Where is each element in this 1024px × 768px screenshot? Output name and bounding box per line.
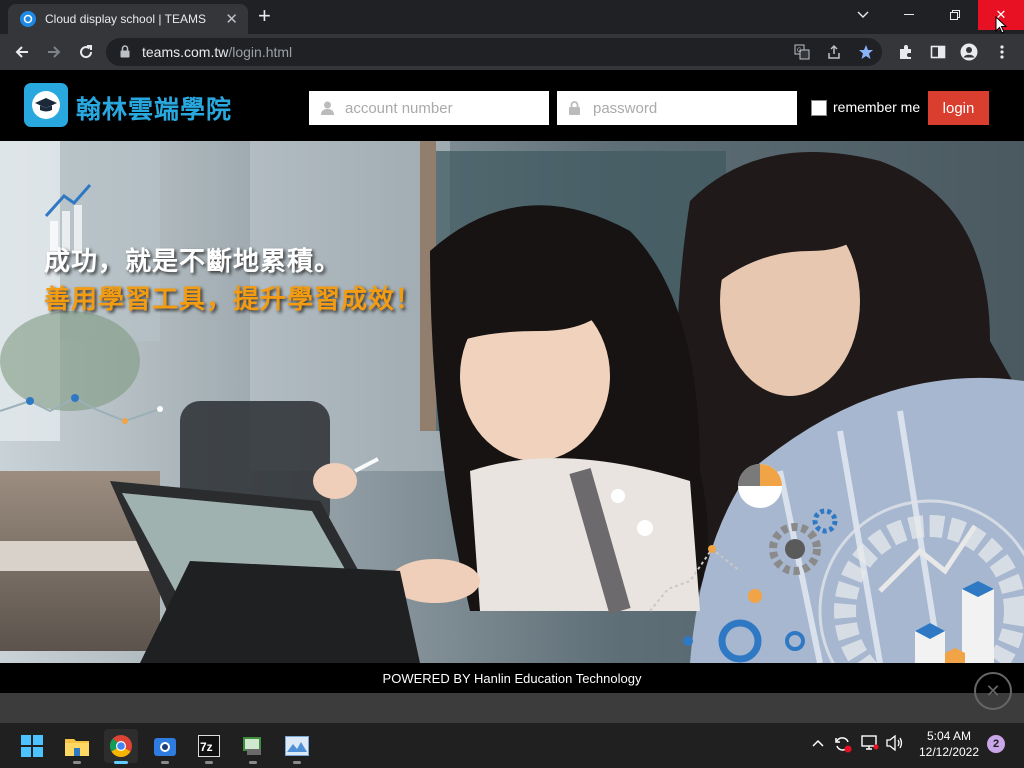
file-explorer-icon[interactable] xyxy=(60,729,94,764)
browser-tabstrip: Cloud display school | TEAMS ✕ + ✕ xyxy=(0,0,1024,34)
profile-avatar-icon[interactable] xyxy=(959,42,979,62)
tab-title: Cloud display school | TEAMS xyxy=(45,12,206,26)
tab-close-icon[interactable]: ✕ xyxy=(225,10,238,28)
mouse-cursor-icon xyxy=(995,16,1007,34)
url-text: teams.com.tw/login.html xyxy=(142,44,292,60)
page-bottom-strip xyxy=(0,693,1024,723)
password-field[interactable] xyxy=(557,91,797,125)
extensions-puzzle-icon[interactable] xyxy=(896,42,916,62)
hero-tagline-secondary: 善用學習工具，提升學習成效！ xyxy=(44,284,423,314)
graduation-cap-logo-icon[interactable] xyxy=(24,83,68,127)
tray-overflow-chevron-icon[interactable] xyxy=(812,735,824,750)
footer-credit: POWERED BY Hanlin Education Technology xyxy=(382,670,642,686)
forward-arrow-icon[interactable] xyxy=(42,40,66,64)
tab-search-icon[interactable] xyxy=(840,0,886,30)
user-icon xyxy=(321,101,335,115)
lock-icon[interactable] xyxy=(120,45,130,63)
browser-menu-icon[interactable] xyxy=(992,42,1012,62)
new-tab-icon[interactable]: + xyxy=(258,5,271,27)
chrome-icon[interactable] xyxy=(104,729,138,764)
minimize-icon[interactable] xyxy=(886,0,932,30)
svg-text:7z: 7z xyxy=(200,740,213,754)
back-arrow-icon[interactable] xyxy=(10,40,34,64)
windows-taskbar: 7z 5:04 AM 12/12/2022 2 xyxy=(0,723,1024,768)
image-viewer-icon[interactable] xyxy=(236,729,270,764)
hero-photo-illustration xyxy=(0,141,1024,663)
password-input[interactable] xyxy=(591,98,795,118)
address-bar[interactable]: teams.com.tw/login.html G xyxy=(106,38,882,66)
scroll-to-top-icon[interactable]: ✕ xyxy=(974,672,1012,710)
browser-tab[interactable]: Cloud display school | TEAMS ✕ xyxy=(8,4,248,34)
windows-start-icon[interactable] xyxy=(15,729,49,763)
site-logo-text[interactable]: 翰林雲端學院 xyxy=(76,90,232,126)
web-page: 翰林雲端學院 remember me login xyxy=(0,70,1024,723)
photo-app-icon[interactable] xyxy=(280,729,314,764)
lock-icon xyxy=(569,101,583,115)
reload-icon[interactable] xyxy=(74,40,98,64)
account-input[interactable] xyxy=(343,98,547,118)
account-field[interactable] xyxy=(309,91,549,125)
site-favicon-icon xyxy=(20,11,36,27)
side-panel-icon[interactable] xyxy=(928,42,948,62)
camera-app-icon[interactable] xyxy=(148,729,182,764)
network-icon[interactable] xyxy=(861,735,879,754)
remember-me-checkbox[interactable] xyxy=(811,100,827,116)
bookmark-star-icon[interactable] xyxy=(856,42,876,62)
url-path: /login.html xyxy=(228,44,293,60)
hero-banner: 成功，就是不斷地累積。 善用學習工具，提升學習成效！ xyxy=(0,141,1024,663)
site-header: 翰林雲端學院 remember me login xyxy=(0,70,1024,141)
restore-icon[interactable] xyxy=(932,0,978,30)
7zip-icon[interactable]: 7z xyxy=(192,729,226,764)
url-host: teams.com.tw xyxy=(142,44,229,60)
remember-me-label[interactable]: remember me xyxy=(833,99,920,115)
browser-toolbar: teams.com.tw/login.html G xyxy=(0,34,1024,70)
volume-icon[interactable] xyxy=(886,734,904,754)
login-button[interactable]: login xyxy=(928,91,989,125)
hero-tagline-primary: 成功，就是不斷地累積。 xyxy=(44,246,342,276)
share-icon[interactable] xyxy=(824,42,844,62)
site-footer: POWERED BY Hanlin Education Technology xyxy=(0,663,1024,693)
clock-time[interactable]: 5:04 AM xyxy=(918,729,980,743)
sync-alert-icon[interactable] xyxy=(834,735,852,756)
svg-text:G: G xyxy=(797,48,802,54)
translate-icon[interactable]: G xyxy=(792,42,812,62)
clock-date[interactable]: 12/12/2022 xyxy=(918,745,980,759)
notification-badge[interactable]: 2 xyxy=(987,735,1005,753)
